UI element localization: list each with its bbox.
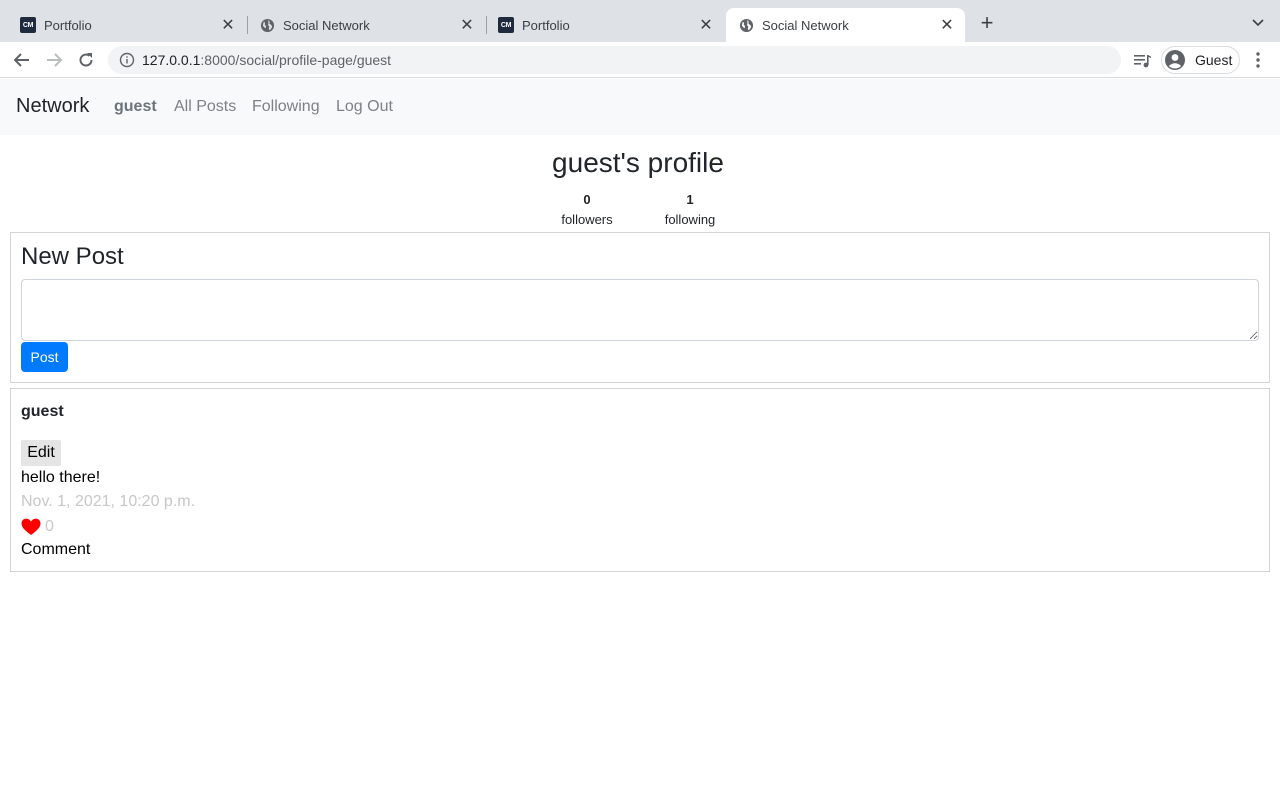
globe-icon (738, 17, 754, 33)
nav-link-profile[interactable]: guest (114, 98, 157, 116)
heart-icon[interactable] (21, 518, 41, 536)
url-text: 127.0.0.1:8000/social/profile-page/guest (142, 52, 391, 68)
profile-name: Guest (1195, 52, 1233, 68)
tab-title: Portfolio (522, 17, 570, 33)
browser-toolbar: 127.0.0.1:8000/social/profile-page/guest… (0, 42, 1280, 78)
new-post-textarea[interactable] (21, 279, 1259, 341)
like-row: 0 (21, 516, 54, 538)
tab-title: Portfolio (44, 17, 92, 33)
new-post-heading: New Post (21, 243, 124, 270)
navbar-brand[interactable]: Network (16, 95, 89, 118)
close-tab-icon[interactable]: ✕ (698, 17, 714, 34)
nav-link-following[interactable]: Following (252, 98, 320, 116)
close-tab-icon[interactable]: ✕ (220, 17, 236, 34)
close-tab-icon[interactable]: ✕ (459, 17, 475, 34)
tab-title: Social Network (283, 17, 370, 33)
globe-icon (259, 17, 275, 33)
comment-link[interactable]: Comment (21, 541, 90, 559)
following-label: following (664, 212, 716, 227)
nav-link-all-posts[interactable]: All Posts (174, 98, 236, 116)
followers-stat: 0 followers (547, 191, 627, 231)
new-tab-button[interactable]: + (976, 12, 998, 35)
browser-tab[interactable]: Social Network ✕ (247, 8, 485, 42)
post-button[interactable]: Post (21, 342, 68, 372)
avatar-icon (1164, 49, 1186, 71)
page-title: guest's profile (552, 147, 724, 178)
profile-chip[interactable]: Guest (1161, 46, 1240, 74)
new-post-card: New Post Post (10, 232, 1270, 383)
browser-tab-active[interactable]: Social Network ✕ (726, 8, 965, 42)
browser-tab[interactable]: CM Portfolio ✕ (486, 8, 724, 42)
address-bar[interactable]: 127.0.0.1:8000/social/profile-page/guest (108, 46, 1121, 74)
following-stat: 1 following (650, 191, 730, 231)
post-body: hello there! (21, 469, 101, 486)
post-author-link[interactable]: guest (21, 403, 64, 421)
url-host: 127.0.0.1 (142, 52, 201, 68)
forward-arrow-icon[interactable] (42, 48, 66, 72)
cm-favicon-icon: CM (20, 17, 36, 33)
following-count: 1 (686, 192, 694, 207)
followers-count: 0 (583, 192, 591, 207)
post-timestamp: Nov. 1, 2021, 10:20 p.m. (21, 493, 196, 510)
browser-tab[interactable]: CM Portfolio ✕ (8, 8, 246, 42)
close-tab-icon[interactable]: ✕ (939, 17, 955, 34)
media-control-icon[interactable] (1131, 50, 1153, 72)
back-arrow-icon[interactable] (10, 48, 34, 72)
browser-tabstrip: CM Portfolio ✕ Social Network ✕ CM Portf… (0, 0, 1280, 42)
more-vert-icon[interactable] (1250, 50, 1266, 70)
post-card: guest Edit hello there! Nov. 1, 2021, 10… (10, 388, 1270, 572)
chevron-down-icon[interactable] (1249, 13, 1267, 31)
tab-title: Social Network (762, 17, 849, 33)
reload-icon[interactable] (74, 48, 98, 72)
site-info-icon[interactable] (119, 52, 135, 68)
url-path: :8000/social/profile-page/guest (200, 52, 392, 68)
followers-label: followers (561, 212, 613, 227)
cm-favicon-icon: CM (498, 17, 514, 33)
edit-button[interactable]: Edit (21, 440, 61, 466)
site-navbar: Network guest All Posts Following Log Ou… (0, 79, 1280, 135)
like-count: 0 (45, 518, 54, 535)
nav-link-logout[interactable]: Log Out (336, 98, 393, 116)
